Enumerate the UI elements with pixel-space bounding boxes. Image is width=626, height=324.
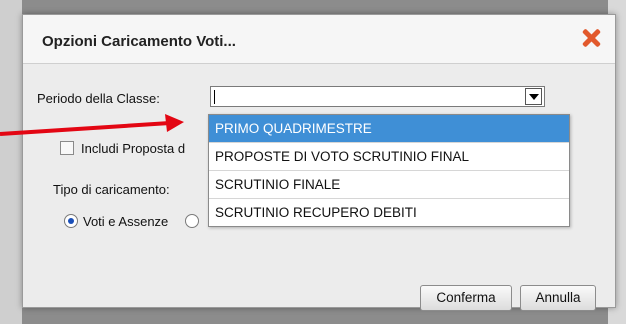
red-arrow-icon xyxy=(0,114,184,136)
